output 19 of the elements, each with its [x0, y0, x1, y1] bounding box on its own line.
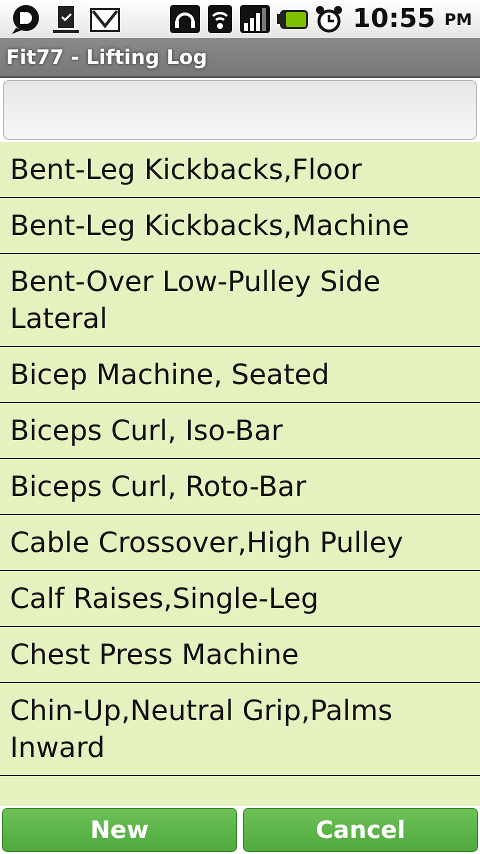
search-field[interactable]: [3, 80, 477, 140]
clock-time: 10:55: [352, 4, 436, 34]
headset-icon: [168, 4, 201, 34]
exercise-list-item[interactable]: Bent-Leg Kickbacks,Floor: [0, 142, 480, 198]
document-check-icon: [50, 4, 82, 34]
app-title: Fit77 - Lifting Log: [6, 45, 208, 69]
exercise-list-item[interactable]: Bent-Over Low-Pulley Side Lateral: [0, 254, 480, 347]
wifi-icon: [206, 4, 233, 34]
exercise-list-item[interactable]: Biceps Curl, Iso-Bar: [0, 403, 480, 459]
exercise-list-item[interactable]: Cable Crossover,High Pulley: [0, 515, 480, 571]
signal-icon: [238, 4, 271, 34]
exercise-list-item[interactable]: Bent-Leg Kickbacks,Machine: [0, 198, 480, 254]
exercise-list-item[interactable]: Bicep Machine, Seated: [0, 347, 480, 403]
alarm-clock-icon: [314, 4, 343, 34]
exercise-list-item[interactable]: Calf Raises,Single-Leg: [0, 571, 480, 627]
clock-period: PM: [444, 10, 472, 28]
exercise-list-item[interactable]: Chin-Up,Neutral Grip,Palms Inward: [0, 683, 480, 776]
exercise-list-item[interactable]: Chest Press Machine: [0, 627, 480, 683]
exercise-list-item[interactable]: Biceps Curl, Roto-Bar: [0, 459, 480, 515]
